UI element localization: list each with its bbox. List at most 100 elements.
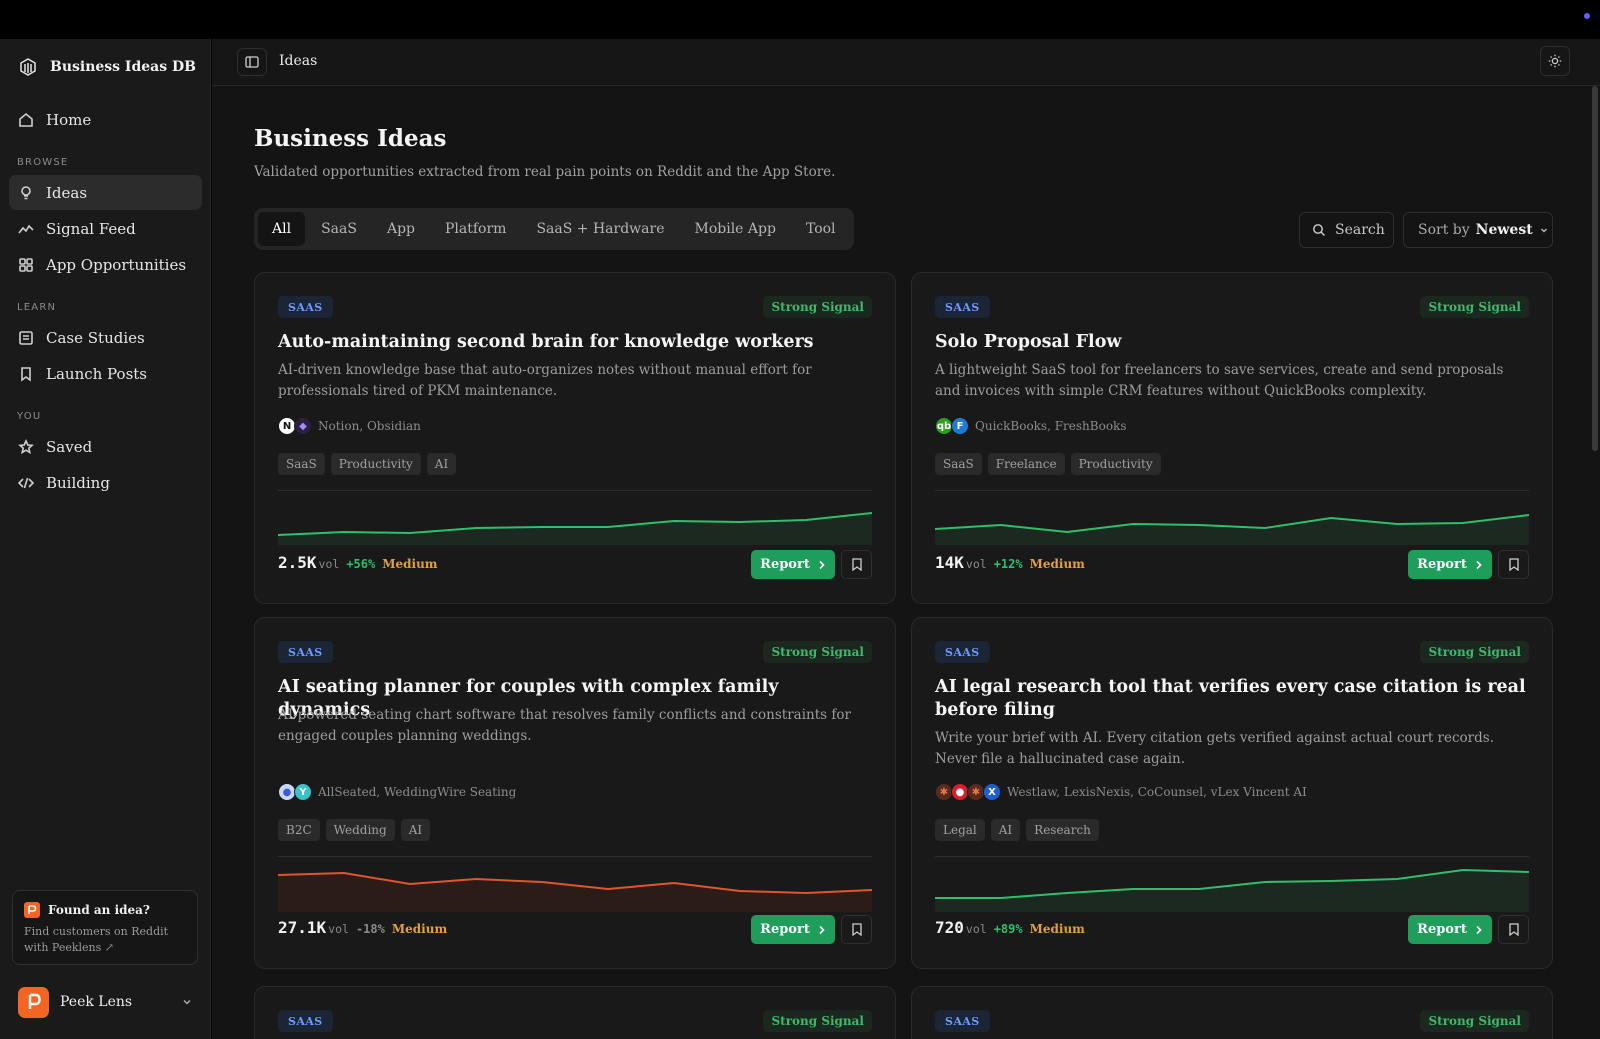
divider — [278, 490, 872, 491]
sun-icon — [1548, 54, 1562, 68]
bookmark-button[interactable] — [841, 550, 872, 579]
competition-level: Medium — [1029, 557, 1085, 571]
tag-list: SaaS Productivity AI — [278, 453, 457, 475]
sidebar-item-ideas[interactable]: Ideas — [9, 175, 202, 210]
metrics: 14K vol +12% Medium — [935, 553, 1085, 572]
idea-card[interactable]: SAAS Strong Signal — [911, 986, 1553, 1039]
peeklens-logo-icon — [24, 902, 40, 918]
promo-card[interactable]: Found an idea? Find customers on Reddit … — [12, 890, 198, 965]
sidebar-item-case-studies[interactable]: Case Studies — [9, 320, 202, 355]
competitors: qb F QuickBooks, FreshBooks — [935, 416, 1126, 436]
sidebar-item-launch-posts[interactable]: Launch Posts — [9, 356, 202, 391]
tag-list: SaaS Freelance Productivity — [935, 453, 1161, 475]
scrollbar[interactable] — [1592, 86, 1598, 451]
signal-badge: Strong Signal — [1420, 296, 1529, 318]
divider — [935, 856, 1529, 857]
competitors-label: QuickBooks, FreshBooks — [975, 419, 1127, 433]
bookmark-button[interactable] — [1498, 550, 1529, 579]
sidebar-item-signal-feed[interactable]: Signal Feed — [9, 211, 202, 246]
obsidian-logo-icon: ◆ — [294, 417, 312, 435]
chevron-down-icon — [183, 999, 191, 1005]
search-label: Search — [1335, 222, 1385, 238]
tag[interactable]: Research — [1026, 819, 1099, 841]
theme-toggle-button[interactable] — [1540, 46, 1570, 76]
sidebar-item-app-opportunities[interactable]: App Opportunities — [9, 247, 202, 282]
report-label: Report — [760, 922, 810, 937]
weddingwire-logo-icon: Y — [294, 783, 312, 801]
sort-dropdown[interactable]: Sort by Newest — [1403, 212, 1553, 248]
vlex-logo-icon: X — [983, 783, 1001, 801]
filter-tab-saas-hardware[interactable]: SaaS + Hardware — [522, 212, 678, 246]
filter-tab-tool[interactable]: Tool — [792, 212, 850, 246]
tag[interactable]: Productivity — [330, 453, 421, 475]
sidebar-item-label: Launch Posts — [46, 364, 147, 383]
search-volume: 14K — [935, 553, 964, 572]
grid-icon — [19, 257, 33, 272]
filter-tab-app[interactable]: App — [373, 212, 429, 246]
report-button[interactable]: Report — [1408, 550, 1492, 579]
idea-card[interactable]: SAAS Strong Signal Solo Proposal Flow A … — [911, 272, 1553, 604]
bookmark-icon — [851, 923, 862, 936]
tag[interactable]: AI — [426, 453, 457, 475]
divider — [278, 856, 872, 857]
bookmark-button[interactable] — [841, 915, 872, 944]
user-menu[interactable]: Peek Lens — [18, 986, 193, 1018]
idea-card[interactable]: SAAS Strong Signal AI seating planner fo… — [254, 617, 896, 969]
volume-unit: vol — [328, 922, 349, 936]
home-icon — [19, 112, 33, 127]
tag[interactable]: Productivity — [1070, 453, 1161, 475]
idea-card[interactable]: SAAS Strong Signal — [254, 986, 896, 1039]
idea-title[interactable]: Solo Proposal Flow — [935, 331, 1529, 354]
volume-unit: vol — [318, 557, 340, 571]
sidebar-toggle-button[interactable] — [237, 48, 267, 76]
idea-description: Write your brief with AI. Every citation… — [935, 730, 1494, 767]
filter-tab-platform[interactable]: Platform — [431, 212, 520, 246]
brand[interactable]: Business Ideas DB — [18, 57, 196, 77]
filter-tab-mobile-app[interactable]: Mobile App — [680, 212, 789, 246]
type-badge: SAAS — [278, 641, 333, 663]
type-badge: SAAS — [935, 296, 990, 318]
section-you: YOU — [17, 411, 42, 422]
tag[interactable]: B2C — [278, 819, 320, 841]
competitors: ✱ ● ✱ X Westlaw, LexisNexis, CoCounsel, … — [935, 782, 1307, 802]
idea-card[interactable]: SAAS Strong Signal AI legal research too… — [911, 617, 1553, 969]
report-label: Report — [1417, 557, 1467, 572]
star-icon — [18, 438, 34, 454]
trend-sparkline — [278, 871, 872, 912]
report-button[interactable]: Report — [1408, 915, 1492, 944]
sidebar-item-label: Home — [46, 110, 92, 129]
filter-tab-saas[interactable]: SaaS — [307, 212, 371, 246]
type-badge: SAAS — [935, 1010, 990, 1032]
tag[interactable]: Wedding — [325, 819, 395, 841]
signal-badge: Strong Signal — [763, 641, 872, 663]
volume-unit: vol — [965, 922, 987, 936]
sidebar-item-label: Building — [46, 473, 110, 492]
trend-sparkline — [935, 868, 1529, 912]
report-button[interactable]: Report — [751, 915, 835, 944]
tag[interactable]: SaaS — [278, 453, 325, 475]
filter-tab-all[interactable]: All — [258, 212, 306, 246]
search-button[interactable]: Search — [1299, 212, 1394, 248]
growth-rate: +56% — [346, 557, 376, 571]
idea-title[interactable]: Auto-maintaining second brain for knowle… — [278, 331, 872, 354]
report-button[interactable]: Report — [751, 550, 835, 579]
sidebar-item-label: Signal Feed — [46, 219, 136, 238]
sidebar: Business Ideas DB Home BROWSE Ideas Sign… — [0, 39, 211, 1039]
tag[interactable]: AI — [990, 819, 1021, 841]
competition-level: Medium — [1029, 922, 1085, 936]
sidebar-item-building[interactable]: Building — [9, 465, 202, 500]
idea-card[interactable]: SAAS Strong Signal Auto-maintaining seco… — [254, 272, 896, 604]
tag[interactable]: AI — [400, 819, 431, 841]
bookmark-button[interactable] — [1498, 915, 1529, 944]
tag[interactable]: Freelance — [987, 453, 1065, 475]
sidebar-item-home[interactable]: Home — [9, 102, 202, 137]
idea-title[interactable]: AI legal research tool that verifies eve… — [935, 676, 1529, 722]
competitors-label: Notion, Obsidian — [318, 419, 421, 433]
section-browse: BROWSE — [17, 157, 69, 168]
metrics: 720 vol +89% Medium — [935, 918, 1085, 937]
sort-label: Sort by — [1418, 222, 1470, 238]
tag[interactable]: SaaS — [935, 453, 982, 475]
tag[interactable]: Legal — [935, 819, 985, 841]
sidebar-item-saved[interactable]: Saved — [9, 429, 202, 464]
document-icon — [19, 330, 33, 345]
